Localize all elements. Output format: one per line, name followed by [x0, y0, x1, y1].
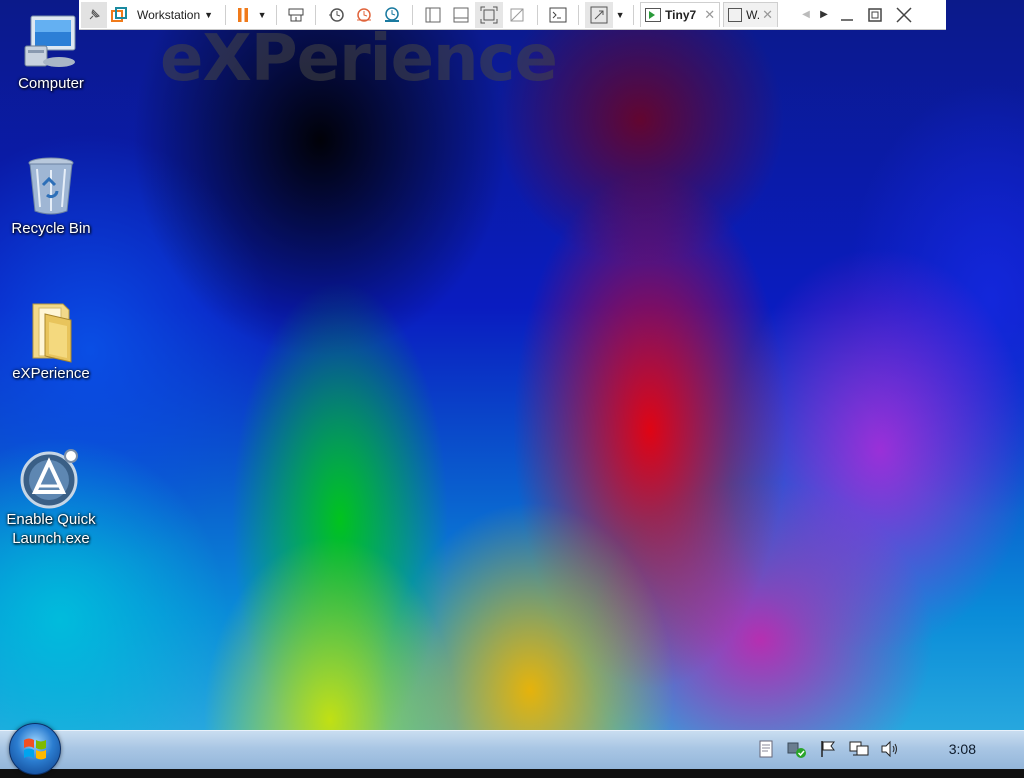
system-tray: 3:08	[746, 730, 1024, 768]
desktop-icon-label: Recycle Bin	[11, 220, 91, 237]
vmware-icon[interactable]	[107, 2, 131, 28]
tab-label: W.	[746, 8, 761, 22]
windows-logo-icon	[24, 738, 46, 760]
desktop-icon-label: Enable Quick Launch.exe	[6, 511, 96, 547]
tab-label: Tiny7	[665, 8, 697, 22]
desktop-icon-enable-quick-launch[interactable]: Enable Quick Launch.exe	[1, 446, 101, 548]
volume-icon[interactable]	[879, 738, 901, 760]
tab-tiny7[interactable]: Tiny7 ✕	[640, 2, 721, 27]
snapshot-manager-icon[interactable]	[378, 2, 406, 28]
bottom-panel-icon[interactable]	[447, 2, 475, 28]
console-view-icon[interactable]	[419, 2, 447, 28]
recycle-bin-icon	[19, 155, 83, 219]
network-icon[interactable]	[848, 738, 870, 760]
close-icon[interactable]: ✕	[762, 7, 773, 23]
taskbar-clock[interactable]: 3:08	[949, 741, 976, 757]
workstation-menu[interactable]: Workstation ▼	[131, 2, 219, 28]
toolbar-divider	[225, 4, 227, 25]
app-launcher-icon	[19, 446, 83, 510]
toolbar-divider	[578, 4, 580, 25]
stretch-icon[interactable]	[585, 1, 614, 28]
desktop-wallpaper	[0, 0, 1024, 768]
pin-icon[interactable]	[81, 1, 107, 28]
snapshot-icon[interactable]	[322, 2, 350, 28]
vm-icon	[728, 8, 743, 22]
computer-icon	[19, 10, 83, 74]
chevron-down-icon: ▼	[204, 9, 214, 20]
stretch-options-chevron-icon[interactable]: ▼	[613, 2, 627, 28]
vm-running-icon	[645, 8, 662, 22]
wallpaper-watermark: eXPerience	[160, 22, 558, 96]
desktop-icon-experience-folder[interactable]: eXPerience	[1, 300, 101, 383]
tab-w[interactable]: W. ✕	[723, 2, 778, 27]
workstation-menu-label: Workstation	[137, 7, 201, 22]
power-options-chevron-icon[interactable]: ▼	[254, 2, 270, 28]
toolbar-divider	[412, 4, 414, 25]
send-ctrl-alt-del-icon[interactable]	[283, 2, 309, 28]
toolbar-divider	[537, 4, 539, 25]
minimize-icon[interactable]	[833, 2, 861, 28]
vmware-toolbar: Workstation ▼ ▼ ▼ Tiny7 ✕ W. ✕ ◀ ▶	[79, 0, 946, 30]
desktop-icon-label: Computer	[18, 75, 84, 92]
fullscreen-icon[interactable]	[475, 1, 504, 28]
start-button[interactable]	[9, 723, 61, 775]
notes-icon[interactable]	[755, 738, 777, 760]
toolbar-divider	[633, 4, 635, 25]
desktop-icon-recycle-bin[interactable]: Recycle Bin	[1, 155, 101, 238]
close-window-icon[interactable]	[889, 2, 919, 28]
security-shield-icon[interactable]	[786, 738, 808, 760]
toolbar-divider	[276, 4, 278, 25]
restore-icon[interactable]	[861, 2, 889, 28]
action-center-flag-icon[interactable]	[817, 738, 839, 760]
desktop-icon-label: eXPerience	[12, 365, 90, 382]
terminal-icon[interactable]	[544, 2, 572, 28]
scroll-tabs-right-icon[interactable]: ▶	[815, 2, 833, 28]
folder-icon	[19, 300, 83, 364]
unity-icon[interactable]	[503, 2, 531, 28]
revert-snapshot-icon[interactable]	[350, 2, 378, 28]
scroll-tabs-left-icon[interactable]: ◀	[797, 2, 815, 28]
toolbar-divider	[315, 4, 317, 25]
close-icon[interactable]: ✕	[704, 7, 715, 23]
pause-icon[interactable]	[232, 2, 254, 28]
